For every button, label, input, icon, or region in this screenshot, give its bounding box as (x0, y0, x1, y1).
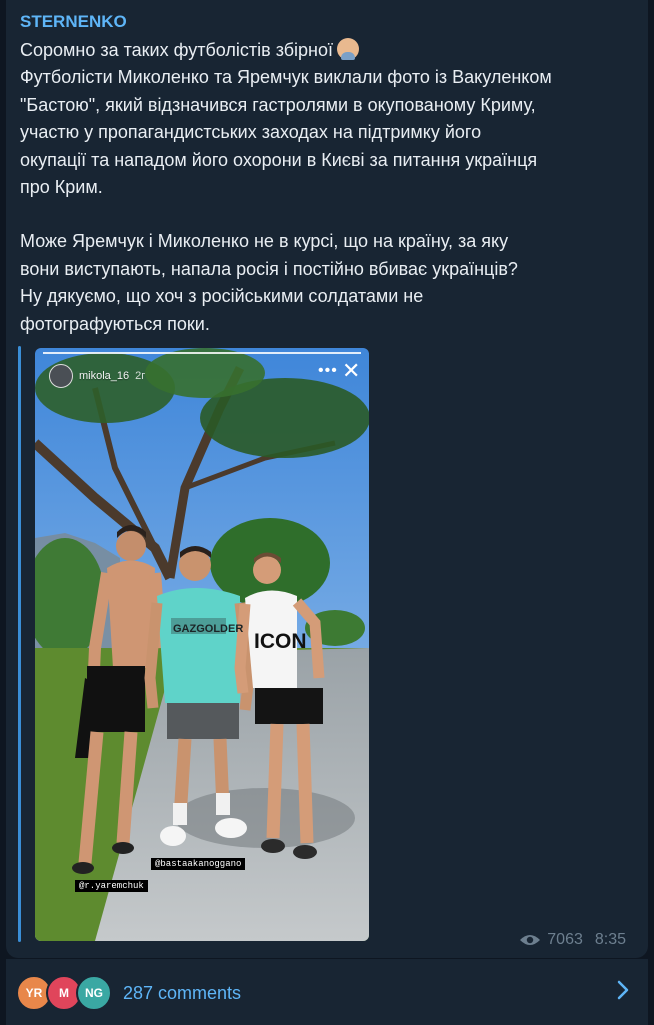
story-photo-illustration: GAZGOLDER ICON (35, 348, 369, 941)
post-line-7: Може Яремчук і Миколенко не в курсі, що … (20, 231, 509, 252)
tag-yaremchuk: @r.yaremchuk (75, 880, 148, 892)
post-line-4: участю у пропагандистських заходах на пі… (20, 122, 482, 143)
post-line-6: про Крим. (20, 177, 103, 198)
message-bubble: STERNENKO Соромно за таких футболістів з… (6, 0, 648, 958)
post-line-3: "Бастою", який відзначився гастролями в … (20, 94, 536, 115)
man-facepalming-emoji-icon (337, 38, 360, 60)
tag-basta: @bastaakanoggano (151, 858, 246, 870)
message-meta: 7063 8:35 (519, 931, 626, 949)
message-time: 8:35 (594, 931, 626, 948)
post-line-2: Футболісти Миколенко та Яремчук виклали … (20, 67, 552, 88)
media-quote-bar (18, 346, 21, 942)
comments-label[interactable]: 287 comments (123, 983, 241, 1004)
close-icon[interactable]: ✕ (342, 360, 360, 382)
story-progress-bar (43, 352, 361, 354)
eye-icon (520, 935, 541, 945)
post-line-5: окупації та нападом його охорони в Києві… (20, 149, 538, 170)
post-text: Соромно за таких футболістів збірної Фут… (20, 37, 632, 338)
post-line-1: Соромно за таких футболістів збірної (20, 37, 632, 64)
commenter-avatar-3: NG (76, 975, 112, 1011)
view-count: 7063 (547, 931, 583, 948)
comments-bar[interactable]: YR M NG 287 comments (6, 958, 648, 1025)
story-photo[interactable]: GAZGOLDER ICON mikola_16 2г ••• ✕ @basta… (35, 348, 369, 941)
story-time: 2г (135, 370, 146, 382)
shirt-text-middle: GAZGOLDER (173, 623, 243, 635)
story-username: mikola_16 (79, 370, 130, 382)
chevron-right-icon[interactable] (616, 979, 630, 1001)
story-user[interactable]: mikola_16 2г (49, 364, 145, 388)
post-line-9: Ну дякуємо, що хоч з російськими солдата… (20, 286, 424, 307)
commenter-avatars: YR M NG (16, 975, 112, 1011)
post-line-8: вони виступають, напала росія і постійно… (20, 258, 518, 279)
channel-name[interactable]: STERNENKO (20, 12, 127, 32)
more-dots-icon[interactable]: ••• (318, 362, 338, 380)
shirt-text-right: ICON (254, 630, 307, 653)
story-avatar (49, 364, 73, 388)
post-line-10: фотографуються поки. (20, 313, 210, 334)
